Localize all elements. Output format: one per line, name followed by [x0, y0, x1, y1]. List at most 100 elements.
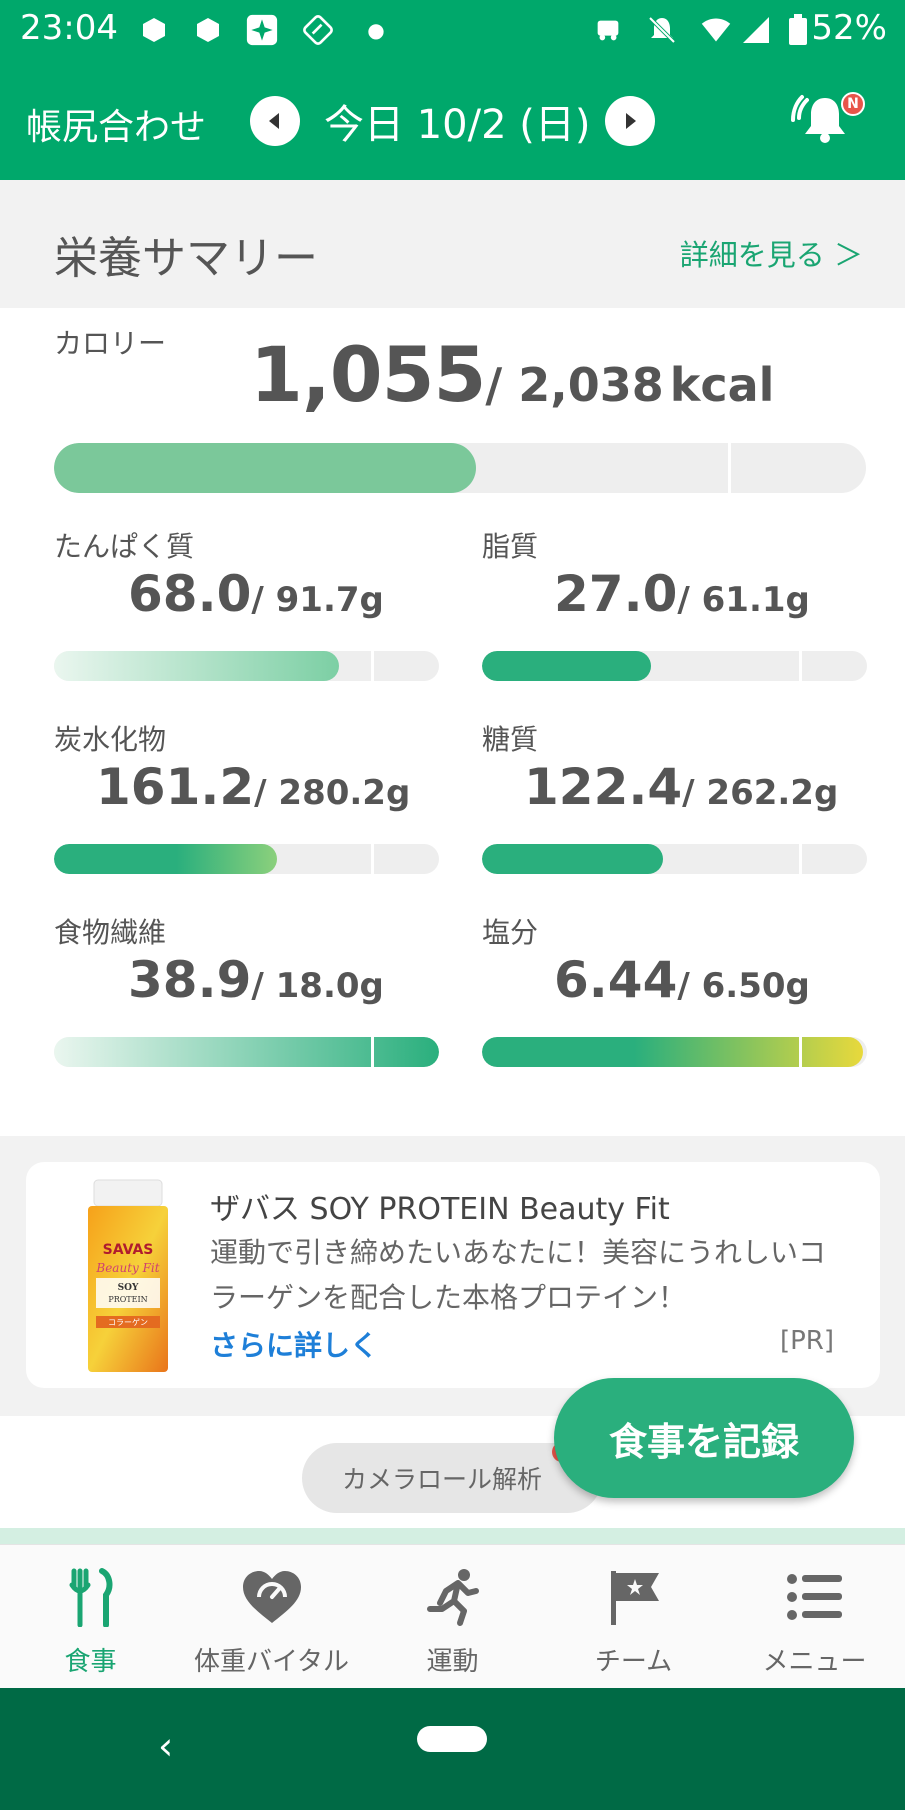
next-day-button[interactable]	[605, 96, 655, 146]
calorie-target: / 2,038	[485, 358, 664, 412]
target-marker	[371, 1037, 374, 1067]
previous-day-button[interactable]	[250, 96, 300, 146]
nutrient-label: たんぱく質	[54, 530, 195, 563]
product-image: SAVAS Beauty Fit SOY PROTEIN コラーゲン	[88, 1179, 168, 1372]
tab-meal[interactable]: 食事	[0, 1545, 181, 1689]
app-bar: 帳尻合わせ 今日 10/2 (日) N	[0, 62, 905, 180]
heart-scale-icon	[242, 1571, 301, 1623]
notification-badge: N	[841, 92, 865, 116]
app-notification-icon	[192, 14, 224, 46]
nutrient-current: 161.2	[96, 758, 255, 816]
vibrate-icon	[592, 14, 624, 46]
target-marker	[371, 844, 374, 874]
nutrient-progress-fill	[482, 651, 652, 681]
home-button[interactable]	[417, 1726, 487, 1752]
ad-section: SAVAS Beauty Fit SOY PROTEIN コラーゲン ザバス S…	[0, 1136, 905, 1416]
flag-star-icon	[610, 1571, 659, 1625]
nutrient-value: 38.9/ 18.0g	[128, 951, 384, 1009]
product-sub: Beauty Fit	[95, 1261, 159, 1275]
tab-menu[interactable]: メニュー	[724, 1545, 905, 1689]
tab-exercise[interactable]: 運動	[362, 1545, 543, 1689]
tab-weight-vitals[interactable]: 体重バイタル	[181, 1545, 362, 1689]
current-date: 今日 10/2 (日)	[324, 102, 591, 148]
tab-label: 食事	[64, 1647, 117, 1677]
nutrient-progress-fill	[482, 1037, 864, 1067]
nutrient-target: / 18.0g	[251, 966, 384, 1006]
nutrient-current: 6.44	[554, 951, 678, 1009]
nutrient-current: 68.0	[128, 565, 252, 623]
tab-label: 運動	[426, 1647, 479, 1677]
nutrient-value: 122.4/ 262.2g	[524, 758, 838, 816]
calorie-unit: kcal	[669, 358, 775, 412]
nutrient-target: / 61.1g	[677, 580, 810, 620]
calorie-label: カロリー	[54, 327, 167, 360]
status-time: 23:04	[20, 8, 118, 48]
nutrient-target: / 6.50g	[677, 966, 810, 1006]
nutrient-label: 脂質	[482, 530, 539, 563]
battery-icon	[782, 14, 814, 46]
nutrient-current: 122.4	[524, 758, 683, 816]
nutrient-progress-fill	[54, 844, 278, 874]
notification-button[interactable]: N	[785, 88, 865, 152]
nutrient-value: 68.0/ 91.7g	[128, 565, 384, 623]
target-marker	[799, 1037, 802, 1067]
ad-card[interactable]: SAVAS Beauty Fit SOY PROTEIN コラーゲン ザバス S…	[26, 1162, 880, 1388]
tab-label: 体重バイタル	[194, 1647, 349, 1677]
target-marker	[799, 844, 802, 874]
ad-title: ザバス SOY PROTEIN Beauty Fit	[210, 1192, 670, 1227]
nutrient-target: / 91.7g	[251, 580, 384, 620]
app-notification-icon	[138, 14, 170, 46]
calorie-progress-fill	[54, 443, 477, 493]
nutrient-current: 38.9	[128, 951, 252, 1009]
nutrient-label: 塩分	[482, 916, 539, 949]
section-title: 栄養サマリー	[54, 233, 318, 284]
nutrient-block: 炭水化物 161.2/ 280.2g	[54, 718, 439, 908]
record-meal-button[interactable]: 食事を記録	[554, 1378, 854, 1498]
system-navigation-bar: ‹	[0, 1688, 905, 1810]
back-icon[interactable]: ‹	[158, 1724, 173, 1768]
sparkle-app-icon	[246, 14, 278, 46]
target-marker	[728, 443, 731, 493]
tab-label: メニュー	[762, 1647, 867, 1677]
ad-more-link[interactable]: さらに詳しく	[210, 1324, 378, 1364]
status-bar: 23:04 ● 52%	[0, 0, 905, 62]
tab-team[interactable]: チーム	[543, 1545, 724, 1689]
nutrient-progress-fill	[54, 651, 339, 681]
fork-knife-icon	[69, 1568, 112, 1627]
nutrient-current: 27.0	[554, 565, 678, 623]
nutrient-progress-bar	[54, 844, 439, 874]
nutrient-block: 塩分 6.44/ 6.50g	[482, 911, 867, 1101]
sync-icon	[302, 14, 334, 46]
nutrient-target: / 280.2g	[254, 773, 411, 813]
nutrient-progress-bar	[54, 651, 439, 681]
nutrient-progress-bar	[54, 1037, 439, 1067]
bottom-tab-bar: 食事 体重バイタル 運動 チーム メニュー	[0, 1544, 905, 1688]
svg-text:SOY: SOY	[118, 1283, 139, 1293]
details-link[interactable]: 詳細を見る ＞	[680, 232, 863, 274]
nutrient-progress-bar	[482, 844, 867, 874]
nutrient-progress-bar	[482, 651, 867, 681]
tab-label: チーム	[594, 1647, 673, 1677]
nutrient-value: 27.0/ 61.1g	[554, 565, 810, 623]
nutrient-block: 脂質 27.0/ 61.1g	[482, 525, 867, 715]
battery-percent: 52%	[811, 8, 887, 48]
ad-body: 運動で引き締めたいあなたに！美容にうれしいコラーゲンを配合した本格プロテイン！	[210, 1236, 827, 1314]
chevron-left-icon	[269, 113, 279, 129]
product-flavor: コラーゲン	[108, 1317, 148, 1327]
target-marker	[371, 651, 374, 681]
divider	[0, 1528, 905, 1544]
nutrition-summary-header: 栄養サマリー 詳細を見る ＞	[0, 180, 905, 308]
signal-icon	[740, 14, 772, 46]
dot-icon: ●	[367, 18, 385, 42]
target-marker	[799, 651, 802, 681]
calorie-current: 1,055	[250, 330, 486, 419]
wifi-icon	[700, 14, 732, 46]
pr-tag: [PR]	[779, 1326, 834, 1356]
calorie-value: 1,055/ 2,038 kcal	[250, 330, 774, 419]
nutrient-target: / 262.2g	[682, 773, 839, 813]
app-title: 帳尻合わせ	[26, 107, 207, 148]
nutrient-value: 161.2/ 280.2g	[96, 758, 410, 816]
product-brand: SAVAS	[103, 1242, 154, 1258]
mute-bell-icon	[646, 14, 678, 46]
calorie-progress-bar	[54, 443, 866, 493]
